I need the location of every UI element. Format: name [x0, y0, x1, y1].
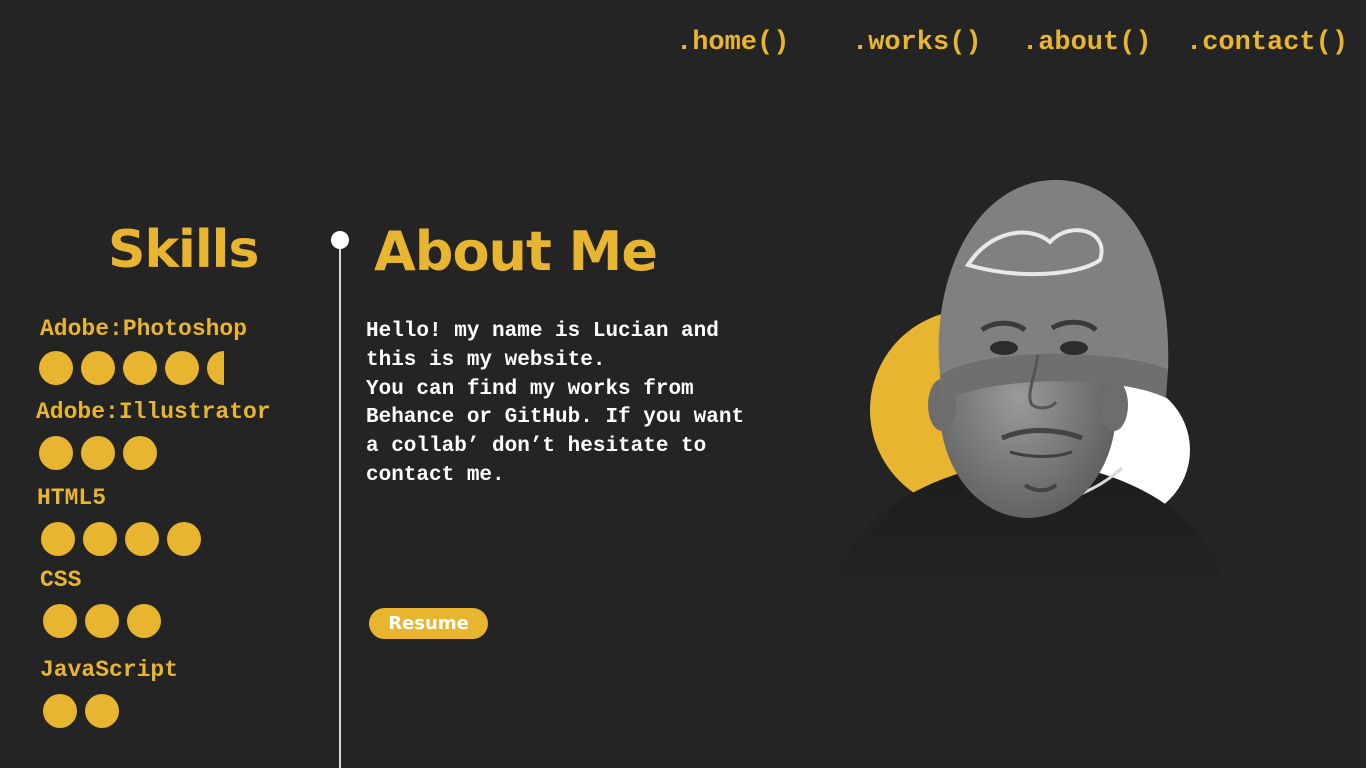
- about-title: About Me: [374, 220, 658, 283]
- skill-dot-icon: [123, 436, 157, 470]
- skill-half-dot-icon: [207, 351, 224, 385]
- about-line: this is my website.: [366, 348, 606, 372]
- timeline-divider: [339, 240, 341, 768]
- skill-dot-icon: [127, 604, 161, 638]
- about-line: You can find my works from: [366, 377, 694, 401]
- skill-dot-icon: [167, 522, 201, 556]
- about-line: a collab’ don’t hesitate to: [366, 435, 707, 459]
- top-nav: .home() .works() .about() .contact(): [0, 28, 1366, 64]
- skill-dot-icon: [81, 436, 115, 470]
- about-line: Hello! my name is Lucian and: [366, 320, 719, 343]
- skill-dot-icon: [165, 351, 199, 385]
- nav-link-about[interactable]: .about(): [1022, 28, 1152, 58]
- skill-dot-icon: [123, 351, 157, 385]
- profile-photo: [820, 170, 1240, 650]
- skill-dot-icon: [85, 694, 119, 728]
- about-line: Behance or GitHub. If you want: [366, 406, 745, 430]
- skill-name-photoshop: Adobe:Photoshop: [40, 316, 248, 342]
- portrait-illustration: [830, 179, 1230, 640]
- skill-dot-icon: [125, 522, 159, 556]
- skill-dot-icon: [43, 604, 77, 638]
- skill-dot-icon: [39, 436, 73, 470]
- skill-dot-icon: [43, 694, 77, 728]
- nav-link-contact[interactable]: .contact(): [1186, 28, 1348, 58]
- about-text: Hello! my name is Lucian and this is my …: [366, 318, 796, 491]
- skill-dot-icon: [85, 604, 119, 638]
- skill-dot-icon: [39, 351, 73, 385]
- nav-link-home[interactable]: .home(): [676, 28, 789, 58]
- skill-dot-icon: [81, 351, 115, 385]
- skill-name-css: CSS: [40, 567, 82, 593]
- nav-link-works[interactable]: .works(): [852, 28, 982, 58]
- skills-title: Skills: [108, 220, 259, 280]
- skill-name-html5: HTML5: [37, 485, 107, 511]
- about-line: contact me.: [366, 463, 505, 487]
- skill-name-illustrator: Adobe:Illustrator: [36, 399, 271, 425]
- resume-button[interactable]: Resume: [369, 608, 488, 639]
- skill-name-javascript: JavaScript: [40, 657, 179, 683]
- skill-dot-icon: [83, 522, 117, 556]
- skill-dot-icon: [41, 522, 75, 556]
- timeline-dot-icon: [331, 231, 349, 249]
